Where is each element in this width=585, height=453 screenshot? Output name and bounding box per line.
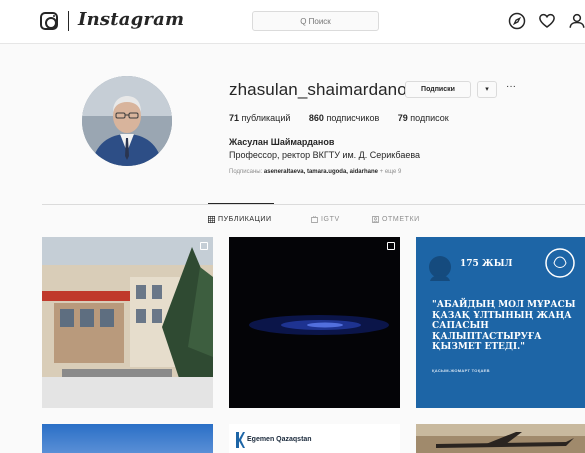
multiple-photos-icon [200, 242, 208, 250]
follow-dropdown-button[interactable]: ▾ [477, 81, 497, 98]
stat-label: подписчиков [326, 113, 380, 123]
post-thumbnail-abai-quote[interactable]: 175 ЖЫЛ "АБАЙДЫҢ МОЛ МҰРАСЫ ҚАЗАҚ ҰЛТЫНЫ… [416, 237, 585, 408]
nav-divider [68, 11, 69, 31]
post-thumbnail-airplane[interactable] [416, 424, 585, 453]
profile-avatar[interactable] [82, 76, 172, 166]
instagram-glyph-icon[interactable] [40, 12, 58, 30]
post-thumbnail-dark-video[interactable] [229, 237, 400, 408]
stat-value: 860 [308, 113, 324, 123]
post-banner-quote: "АБАЙДЫҢ МОЛ МҰРАСЫ ҚАЗАҚ ҰЛТЫНЫҢ ЖАҢА С… [432, 300, 576, 352]
egemen-logo-icon [236, 432, 245, 448]
tab-tagged[interactable]: ОТМЕТКИ [372, 216, 420, 223]
tv-icon [311, 216, 318, 223]
compass-icon[interactable] [508, 12, 526, 30]
airplane-photo-image [416, 424, 585, 453]
tab-label: ПУБЛИКАЦИИ [218, 216, 272, 223]
stat-value: 71 [229, 113, 240, 123]
following-button[interactable]: Подписки [405, 81, 471, 98]
heart-icon[interactable] [538, 12, 556, 30]
building-photo-image [42, 237, 213, 408]
person-icon[interactable] [568, 12, 585, 30]
tab-label: IGTV [321, 216, 340, 223]
tag-icon [372, 216, 379, 223]
profile-username: zhasulan_shaimardanov [229, 80, 416, 99]
grid-icon [208, 216, 215, 223]
tab-posts[interactable]: ПУБЛИКАЦИИ [208, 216, 272, 223]
tabs-divider [42, 204, 585, 205]
dark-video-frame-image [229, 237, 400, 408]
instagram-wordmark[interactable]: Instagram [78, 9, 184, 30]
followed-by-text[interactable]: Подписаны: aseneraltaeva, tamara.ugoda, … [229, 169, 401, 175]
posts-count-stat: 71 публикаций [229, 113, 293, 123]
followers-count-stat[interactable]: 860 подписчиков [309, 113, 382, 123]
search-box[interactable] [252, 11, 379, 31]
stat-label: публикаций [241, 113, 291, 123]
post-banner-title: 175 ЖЫЛ [460, 259, 513, 269]
post-banner-caption: ҚАСЫМ-ЖОМАРТ ТОҚАЕВ [432, 368, 490, 373]
profile-full-name: Жасулан Шаймарданов [229, 137, 335, 147]
avatar-portrait-image [82, 76, 172, 166]
post-thumbnail-egemen[interactable]: Egemen Qazaqstan [229, 424, 400, 453]
followed-by-prefix: Подписаны: [229, 169, 263, 175]
active-tab-indicator [208, 203, 274, 204]
search-input[interactable] [253, 12, 378, 30]
more-options-icon[interactable]: ··· [504, 82, 518, 96]
following-count-stat[interactable]: 79 подписок [398, 113, 449, 123]
tab-igtv[interactable]: IGTV [311, 216, 340, 223]
followed-by-names[interactable]: aseneraltaeva, tamara.ugoda, aidarhane [264, 169, 378, 175]
top-navigation-bar: Instagram [0, 0, 585, 44]
tab-label: ОТМЕТКИ [382, 216, 420, 223]
post-thumbnail-blue[interactable] [42, 424, 213, 453]
post-newspaper-title: Egemen Qazaqstan [247, 436, 312, 443]
profile-bio: Профессор, ректор ВКГТУ им. Д. Серикбаев… [229, 150, 421, 160]
followed-by-suffix[interactable]: + еще 9 [380, 169, 402, 175]
multiple-photos-icon [387, 242, 395, 250]
post-thumbnail-building[interactable] [42, 237, 213, 408]
profile-stats: 71 публикаций 860 подписчиков 79 подписо… [229, 113, 465, 123]
stat-label: подписок [410, 113, 449, 123]
stat-value: 79 [397, 113, 408, 123]
